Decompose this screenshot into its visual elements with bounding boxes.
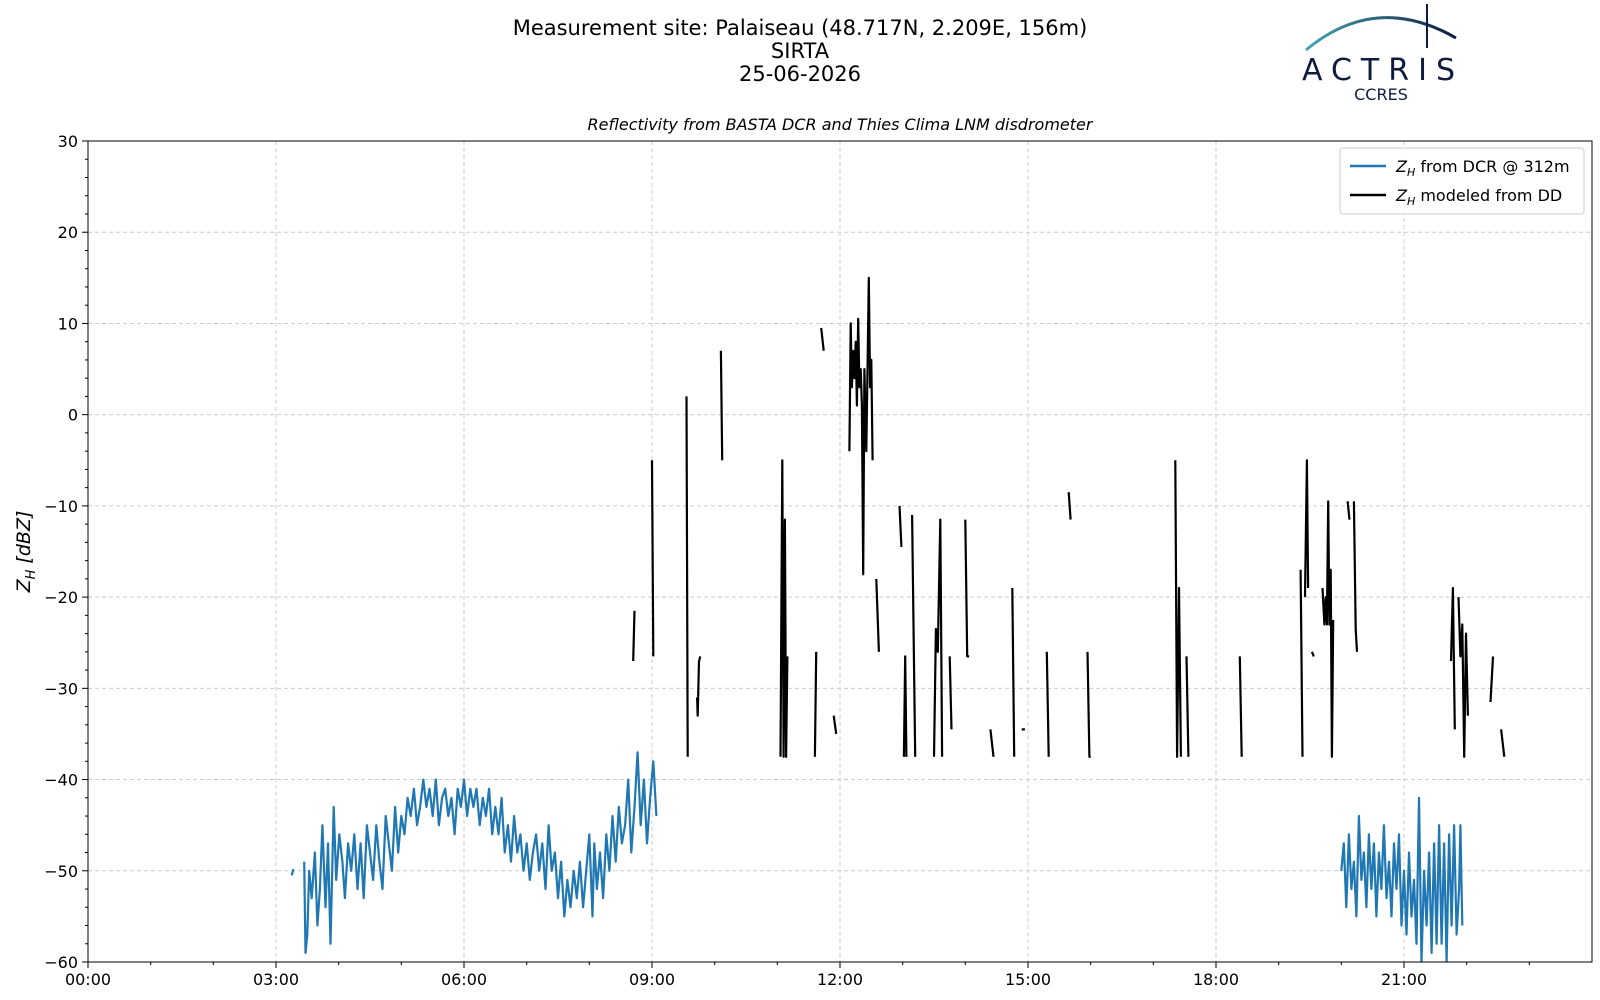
dd-series-line	[779, 459, 789, 758]
dd-series-line	[1500, 729, 1506, 757]
dd-series-line	[719, 350, 724, 461]
dd-series-line	[1321, 500, 1335, 758]
legend: ZH from DCR @ 312m ZH modeled from DD	[1339, 147, 1585, 215]
dcr-series-line	[303, 751, 658, 955]
dd-series-line	[1045, 651, 1050, 757]
legend-subscript: H	[1407, 166, 1415, 179]
y-tick-label: −30	[44, 679, 78, 698]
dd-series-line	[650, 460, 655, 657]
dd-series-line	[1352, 501, 1359, 652]
y-tick-label: −20	[44, 588, 78, 607]
y-tick-label: −60	[44, 953, 78, 972]
dd-series-line	[1067, 492, 1072, 520]
y-tick-label: 20	[58, 223, 78, 242]
dd-series-line	[1238, 656, 1243, 757]
dd-series-line	[902, 655, 908, 757]
x-tick-label: 18:00	[1193, 970, 1239, 989]
legend-label: modeled from DD	[1415, 186, 1562, 205]
dd-series-line	[875, 578, 880, 652]
dd-series-line	[1299, 569, 1304, 757]
y-tick-label: −10	[44, 497, 78, 516]
dd-series-line	[820, 327, 825, 351]
dd-series-line	[1086, 651, 1091, 758]
x-tick-label: 09:00	[629, 970, 675, 989]
legend-entry: ZH modeled from DD	[1395, 186, 1562, 208]
legend-label: from DCR @ 312m	[1415, 157, 1569, 176]
y-tick-label: 0	[68, 406, 78, 425]
reflectivity-chart: 00:00 03:00 06:00 09:00 12:00 15:00 18:00 21:00…	[13, 132, 1593, 989]
dd-series-line	[848, 276, 874, 576]
y-tick-label: 10	[58, 314, 78, 333]
x-tick-label: 00:00	[65, 970, 111, 989]
dd-series-line	[911, 514, 917, 757]
y-tick-label: 30	[58, 132, 78, 151]
legend-entry: ZH from DCR @ 312m	[1395, 157, 1570, 179]
dd-series-line	[632, 610, 636, 662]
x-tick-label: 03:00	[253, 970, 299, 989]
dd-series-line	[932, 518, 944, 757]
dd-series-line	[813, 651, 818, 757]
series-layer	[290, 276, 1506, 962]
y-label-subscript: H	[24, 569, 39, 579]
dd-series-line	[696, 656, 702, 717]
x-tick-label: 21:00	[1381, 970, 1427, 989]
x-tick-label: 15:00	[1005, 970, 1051, 989]
dd-series-line	[1185, 656, 1190, 757]
dcr-series-line	[1340, 796, 1464, 962]
legend-subscript: H	[1407, 195, 1415, 208]
dd-series-line	[1310, 651, 1315, 657]
dd-series-line	[964, 519, 970, 658]
dcr-series-line	[290, 868, 295, 876]
plot-frame	[87, 140, 1593, 963]
dd-series-line	[1449, 586, 1456, 730]
x-tick-label: 06:00	[441, 970, 487, 989]
dd-series-line	[685, 396, 689, 757]
dd-series-line	[1174, 460, 1182, 758]
dd-series-line	[989, 729, 995, 757]
dd-series-line	[1489, 656, 1495, 703]
dd-series-line	[898, 505, 903, 547]
y-label-unit: [dBZ]	[13, 511, 35, 564]
x-tick-label: 12:00	[817, 970, 863, 989]
dd-series-line	[1303, 459, 1310, 598]
y-axis-label: ZH [dBZ]	[13, 511, 39, 594]
y-tick-label: −40	[44, 771, 78, 790]
dd-series-line	[832, 715, 838, 735]
dd-series-line	[1346, 501, 1351, 520]
dd-series-line	[1011, 587, 1016, 757]
dd-series-line	[948, 656, 953, 730]
dd-series-line	[1457, 597, 1469, 758]
grid	[88, 141, 1592, 962]
y-tick-label: −50	[44, 862, 78, 881]
y-label-symbol: Z	[13, 578, 35, 593]
